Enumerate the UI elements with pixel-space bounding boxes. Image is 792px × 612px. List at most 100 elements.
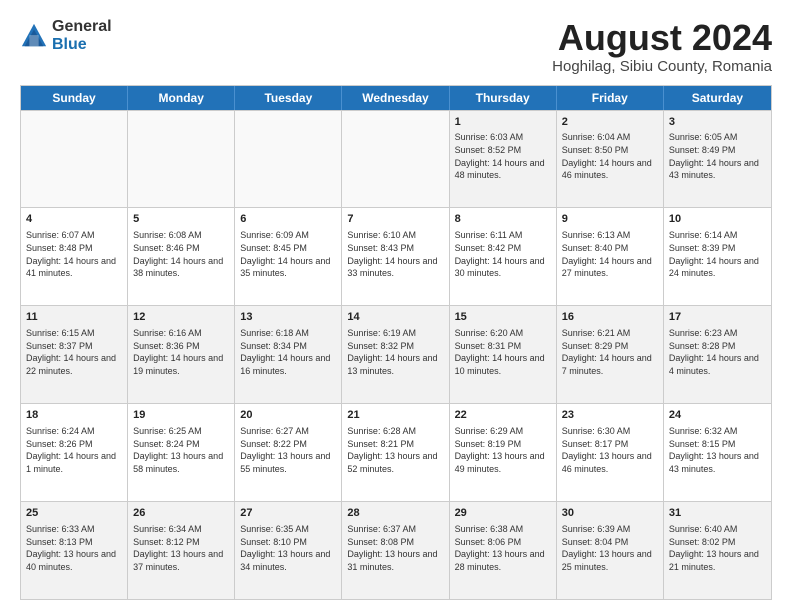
day-num-20: 20 <box>240 408 336 423</box>
cell-info-1: Sunrise: 6:03 AM Sunset: 8:52 PM Dayligh… <box>455 131 551 181</box>
day-num-19: 19 <box>133 408 229 423</box>
day-num-7: 7 <box>347 212 443 227</box>
cal-row-3: 18Sunrise: 6:24 AM Sunset: 8:26 PM Dayli… <box>21 403 771 501</box>
header: General Blue August 2024 Hoghilag, Sibiu… <box>20 18 772 75</box>
day-num-8: 8 <box>455 212 551 227</box>
cal-cell-0-2 <box>235 111 342 208</box>
cell-info-8: Sunrise: 6:11 AM Sunset: 8:42 PM Dayligh… <box>455 229 551 279</box>
cal-cell-2-0: 11Sunrise: 6:15 AM Sunset: 8:37 PM Dayli… <box>21 306 128 403</box>
day-num-6: 6 <box>240 212 336 227</box>
cell-info-14: Sunrise: 6:19 AM Sunset: 8:32 PM Dayligh… <box>347 327 443 377</box>
cal-cell-2-5: 16 Sunrise: 6:21 AM Sunset: 8:29 PM Dayli… <box>557 306 664 403</box>
cell-info-25: Sunrise: 6:33 AM Sunset: 8:13 PM Dayligh… <box>26 523 122 573</box>
day-num-4: 4 <box>26 212 122 227</box>
cell-info-18: Sunrise: 6:24 AM Sunset: 8:26 PM Dayligh… <box>26 425 122 475</box>
cal-row-4: 25 Sunrise: 6:33 AM Sunset: 8:13 PM Dayli… <box>21 501 771 599</box>
day-num-9: 9 <box>562 212 658 227</box>
logo-blue-text: Blue <box>52 36 112 54</box>
cell-info-12: Sunrise: 6:16 AM Sunset: 8:36 PM Dayligh… <box>133 327 229 377</box>
cell-info-19: Sunrise: 6:25 AM Sunset: 8:24 PM Dayligh… <box>133 425 229 475</box>
day-num-22: 22 <box>455 408 551 423</box>
cell-info-23: Sunrise: 6:30 AM Sunset: 8:17 PM Dayligh… <box>562 425 658 475</box>
cell-info-2: Sunrise: 6:04 AM Sunset: 8:50 PM Dayligh… <box>562 131 658 181</box>
cal-cell-4-1: 26 Sunrise: 6:34 AM Sunset: 8:12 PM Dayli… <box>128 502 235 599</box>
header-sunday: Sunday <box>21 86 128 110</box>
cal-row-1: 4Sunrise: 6:07 AM Sunset: 8:48 PM Daylig… <box>21 207 771 305</box>
day-num-29: 29 <box>455 506 551 521</box>
cal-cell-0-4: 1Sunrise: 6:03 AM Sunset: 8:52 PM Daylig… <box>450 111 557 208</box>
cal-cell-2-6: 17Sunrise: 6:23 AM Sunset: 8:28 PM Dayli… <box>664 306 771 403</box>
day-num-23: 23 <box>562 408 658 423</box>
day-num-12: 12 <box>133 310 229 325</box>
logo: General Blue <box>20 18 112 53</box>
day-num-11: 11 <box>26 310 122 325</box>
cal-cell-4-2: 27Sunrise: 6:35 AM Sunset: 8:10 PM Dayli… <box>235 502 342 599</box>
day-num-26: 26 <box>133 506 229 521</box>
cal-cell-3-4: 22Sunrise: 6:29 AM Sunset: 8:19 PM Dayli… <box>450 404 557 501</box>
cell-info-26: Sunrise: 6:34 AM Sunset: 8:12 PM Dayligh… <box>133 523 229 573</box>
header-friday: Friday <box>557 86 664 110</box>
day-num-15: 15 <box>455 310 551 325</box>
day-num-2: 2 <box>562 115 658 130</box>
cal-row-2: 11Sunrise: 6:15 AM Sunset: 8:37 PM Dayli… <box>21 305 771 403</box>
cal-cell-4-0: 25 Sunrise: 6:33 AM Sunset: 8:13 PM Dayli… <box>21 502 128 599</box>
day-num-17: 17 <box>669 310 766 325</box>
cell-info-21: Sunrise: 6:28 AM Sunset: 8:21 PM Dayligh… <box>347 425 443 475</box>
day-num-5: 5 <box>133 212 229 227</box>
cal-cell-2-3: 14 Sunrise: 6:19 AM Sunset: 8:32 PM Dayli… <box>342 306 449 403</box>
calendar-header: Sunday Monday Tuesday Wednesday Thursday… <box>21 86 771 110</box>
cal-cell-3-6: 24Sunrise: 6:32 AM Sunset: 8:15 PM Dayli… <box>664 404 771 501</box>
cal-row-0: 1Sunrise: 6:03 AM Sunset: 8:52 PM Daylig… <box>21 110 771 208</box>
day-num-16: 16 <box>562 310 658 325</box>
cal-cell-3-2: 20 Sunrise: 6:27 AM Sunset: 8:22 PM Dayli… <box>235 404 342 501</box>
cell-info-7: Sunrise: 6:10 AM Sunset: 8:43 PM Dayligh… <box>347 229 443 279</box>
cell-info-15: Sunrise: 6:20 AM Sunset: 8:31 PM Dayligh… <box>455 327 551 377</box>
cal-cell-4-3: 28Sunrise: 6:37 AM Sunset: 8:08 PM Dayli… <box>342 502 449 599</box>
header-saturday: Saturday <box>664 86 771 110</box>
cal-cell-0-3 <box>342 111 449 208</box>
header-tuesday: Tuesday <box>235 86 342 110</box>
day-num-3: 3 <box>669 115 766 130</box>
cal-cell-0-5: 2Sunrise: 6:04 AM Sunset: 8:50 PM Daylig… <box>557 111 664 208</box>
logo-icon <box>20 22 48 50</box>
header-wednesday: Wednesday <box>342 86 449 110</box>
cal-cell-4-4: 29 Sunrise: 6:38 AM Sunset: 8:06 PM Dayli… <box>450 502 557 599</box>
cell-info-16: Sunrise: 6:21 AM Sunset: 8:29 PM Dayligh… <box>562 327 658 377</box>
calendar-body: 1Sunrise: 6:03 AM Sunset: 8:52 PM Daylig… <box>21 110 771 599</box>
cal-cell-3-1: 19 Sunrise: 6:25 AM Sunset: 8:24 PM Dayli… <box>128 404 235 501</box>
day-num-14: 14 <box>347 310 443 325</box>
cell-info-3: Sunrise: 6:05 AM Sunset: 8:49 PM Dayligh… <box>669 131 766 181</box>
cell-info-9: Sunrise: 6:13 AM Sunset: 8:40 PM Dayligh… <box>562 229 658 279</box>
month-title: August 2024 <box>552 18 772 58</box>
cal-cell-1-0: 4Sunrise: 6:07 AM Sunset: 8:48 PM Daylig… <box>21 208 128 305</box>
day-num-10: 10 <box>669 212 766 227</box>
cal-cell-2-2: 13 Sunrise: 6:18 AM Sunset: 8:34 PM Dayli… <box>235 306 342 403</box>
location: Hoghilag, Sibiu County, Romania <box>552 58 772 75</box>
cal-cell-1-1: 5Sunrise: 6:08 AM Sunset: 8:46 PM Daylig… <box>128 208 235 305</box>
logo-general-text: General <box>52 18 112 36</box>
cal-cell-3-3: 21 Sunrise: 6:28 AM Sunset: 8:21 PM Dayli… <box>342 404 449 501</box>
cal-cell-0-0 <box>21 111 128 208</box>
calendar: Sunday Monday Tuesday Wednesday Thursday… <box>20 85 772 600</box>
day-num-21: 21 <box>347 408 443 423</box>
cell-info-6: Sunrise: 6:09 AM Sunset: 8:45 PM Dayligh… <box>240 229 336 279</box>
cal-cell-4-5: 30Sunrise: 6:39 AM Sunset: 8:04 PM Dayli… <box>557 502 664 599</box>
day-num-25: 25 <box>26 506 122 521</box>
cal-cell-2-4: 15 Sunrise: 6:20 AM Sunset: 8:31 PM Dayli… <box>450 306 557 403</box>
cal-cell-1-6: 10Sunrise: 6:14 AM Sunset: 8:39 PM Dayli… <box>664 208 771 305</box>
cell-info-24: Sunrise: 6:32 AM Sunset: 8:15 PM Dayligh… <box>669 425 766 475</box>
header-thursday: Thursday <box>450 86 557 110</box>
cal-cell-0-6: 3Sunrise: 6:05 AM Sunset: 8:49 PM Daylig… <box>664 111 771 208</box>
cal-cell-2-1: 12 Sunrise: 6:16 AM Sunset: 8:36 PM Dayli… <box>128 306 235 403</box>
cell-info-29: Sunrise: 6:38 AM Sunset: 8:06 PM Dayligh… <box>455 523 551 573</box>
cal-cell-0-1 <box>128 111 235 208</box>
day-num-1: 1 <box>455 115 551 130</box>
cell-info-13: Sunrise: 6:18 AM Sunset: 8:34 PM Dayligh… <box>240 327 336 377</box>
header-monday: Monday <box>128 86 235 110</box>
day-num-31: 31 <box>669 506 766 521</box>
cal-cell-3-5: 23 Sunrise: 6:30 AM Sunset: 8:17 PM Dayli… <box>557 404 664 501</box>
cell-info-30: Sunrise: 6:39 AM Sunset: 8:04 PM Dayligh… <box>562 523 658 573</box>
cell-info-20: Sunrise: 6:27 AM Sunset: 8:22 PM Dayligh… <box>240 425 336 475</box>
logo-text: General Blue <box>52 18 112 53</box>
day-num-13: 13 <box>240 310 336 325</box>
